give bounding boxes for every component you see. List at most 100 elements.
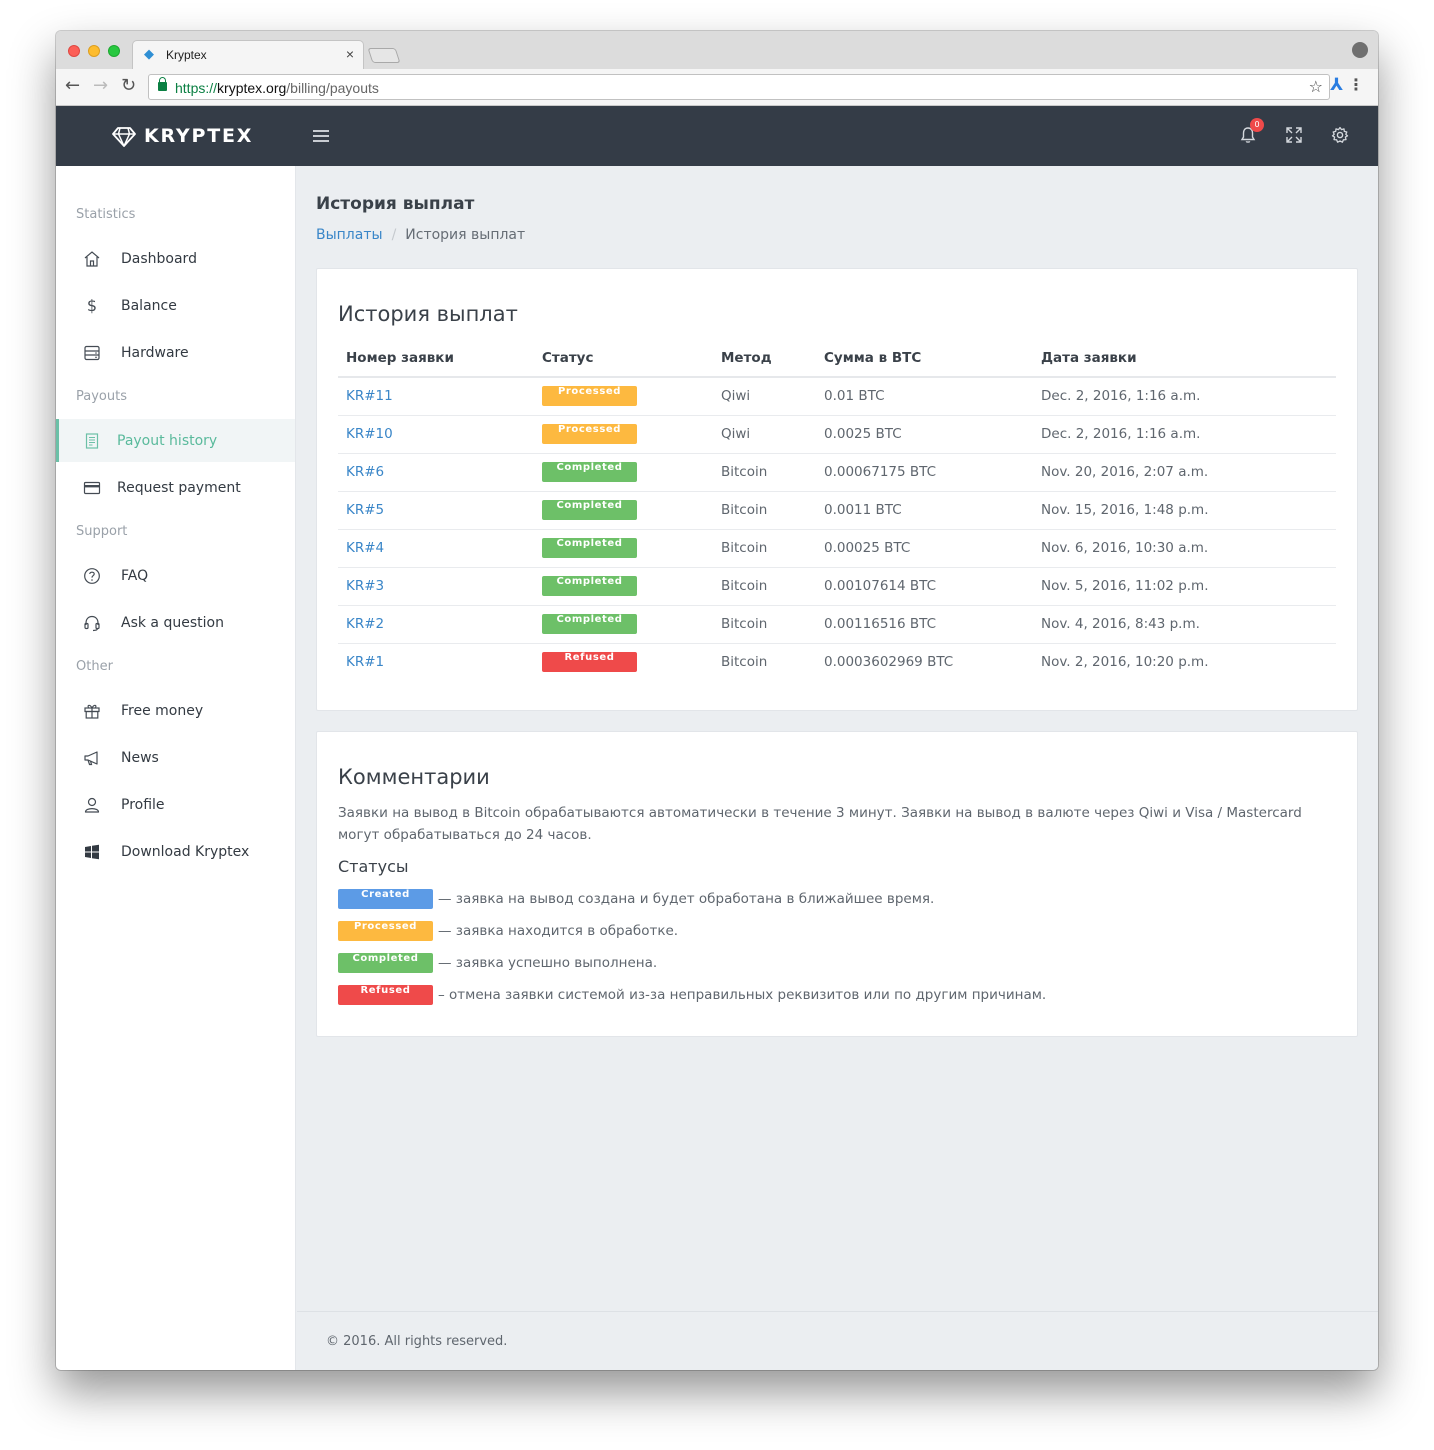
status-badge: Processed	[542, 386, 637, 407]
payout-id-link[interactable]: KR#6	[338, 453, 534, 492]
sidebar-item-label: Profile	[121, 796, 165, 813]
status-badge: Processed	[338, 921, 433, 941]
status-badge: Refused	[338, 985, 433, 1005]
payout-amount: 0.00025 BTC	[816, 529, 1033, 568]
question-icon	[82, 566, 102, 586]
payouts-table: Номер заявки Статус Метод Сумма в BTC Да…	[338, 339, 1336, 681]
back-arrow-icon[interactable]: ←	[65, 77, 80, 95]
sidebar-item-label: Free money	[121, 702, 204, 719]
payout-date: Nov. 6, 2016, 10:30 a.m.	[1033, 529, 1336, 568]
payout-method: Bitcoin	[721, 654, 768, 671]
payout-date: Dec. 2, 2016, 1:16 a.m.	[1033, 415, 1336, 454]
payout-method: Bitcoin	[713, 605, 816, 644]
gift-icon	[82, 701, 102, 721]
credit-card-icon	[82, 478, 102, 498]
comment-text: Заявки на вывод в Bitcoin обрабатываются…	[338, 805, 1302, 843]
status-cell: Refused	[534, 643, 713, 681]
sidebar-item-faq[interactable]: FAQ	[56, 554, 295, 597]
sidebar-item-label: Payout history	[117, 432, 218, 449]
payout-id-link[interactable]: KR#5	[338, 491, 534, 530]
page-title: История выплат	[316, 194, 475, 214]
footer: © 2016. All rights reserved.	[297, 1311, 1378, 1370]
browser-menu-icon[interactable]: ⋮	[1348, 76, 1364, 94]
breadcrumb-current: История выплат	[405, 227, 526, 243]
payout-amount: 0.00067175 BTC	[816, 453, 1033, 492]
payout-date: Nov. 4, 2016, 8:43 p.m.	[1033, 605, 1336, 644]
zoom-window-button[interactable]	[108, 45, 120, 57]
sidebar-section-other: Other	[76, 659, 113, 674]
payout-id-link[interactable]: KR#4	[338, 529, 534, 568]
logo-text: KRYPTEX	[144, 125, 254, 147]
browser-tab[interactable]: ◆ Kryptex ×	[132, 40, 364, 69]
new-tab-button[interactable]	[367, 48, 401, 63]
reload-icon[interactable]: ↻	[121, 77, 136, 95]
breadcrumb-link-payouts[interactable]: Выплаты	[316, 227, 383, 243]
column-header: Метод	[713, 339, 816, 378]
legend-row-completed: Completed — заявка успешно выполнена.	[338, 953, 657, 973]
sidebar-item-hardware[interactable]: Hardware	[56, 331, 295, 374]
statuses-title: Статусы	[338, 857, 409, 876]
payout-id-link[interactable]: KR#10	[338, 415, 534, 454]
sidebar-section-support: Support	[76, 524, 128, 539]
tab-title: Kryptex	[166, 48, 207, 62]
extension-icon[interactable]: ⅄	[1330, 77, 1343, 94]
table-header-row: Номер заявки Статус Метод Сумма в BTC Да…	[338, 339, 1336, 378]
forward-arrow-icon[interactable]: →	[93, 77, 108, 95]
bookmark-star-icon[interactable]: ☆	[1309, 77, 1323, 96]
card-title: Комментарии	[338, 765, 490, 789]
payout-date: Nov. 5, 2016, 11:02 p.m.	[1033, 567, 1336, 606]
status-cell: Processed	[534, 415, 713, 454]
headset-icon	[82, 613, 102, 633]
megaphone-icon	[82, 748, 102, 768]
receipt-icon	[82, 431, 102, 451]
payout-id-link[interactable]: KR#11	[338, 377, 534, 416]
sidebar-item-news[interactable]: News	[56, 736, 295, 779]
sidebar-section-payouts: Payouts	[76, 389, 127, 404]
sidebar-item-download[interactable]: Download Kryptex	[56, 830, 295, 873]
payout-amount: 0.0011 BTC	[816, 491, 1033, 530]
fullscreen-icon[interactable]	[1284, 125, 1304, 145]
kryptex-logo[interactable]: KRYPTEX	[112, 124, 253, 148]
breadcrumb: Выплаты / История выплат	[316, 227, 525, 243]
main-content: История выплат Выплаты / История выплат Ис…	[297, 166, 1378, 1370]
sidebar-item-payout-history[interactable]: Payout history	[56, 419, 295, 462]
table-row: KR#10 Processed Qiwi 0.0025 BTC Dec. 2, 2016…	[338, 415, 1336, 454]
payout-amount: 0.0025 BTC	[816, 415, 1033, 454]
status-cell: Processed	[534, 377, 713, 416]
sidebar-item-ask-question[interactable]: Ask a question	[56, 601, 295, 644]
payout-id-link[interactable]: KR#3	[338, 567, 534, 606]
close-window-button[interactable]	[68, 45, 80, 57]
notification-badge: 0	[1250, 118, 1264, 132]
status-cell: Completed	[534, 605, 713, 644]
gear-icon[interactable]	[1330, 125, 1350, 145]
profile-icon[interactable]	[1352, 42, 1368, 58]
windows-icon	[82, 842, 102, 862]
sidebar-item-request-payment[interactable]: Request payment	[56, 466, 295, 509]
sidebar-item-profile[interactable]: Profile	[56, 783, 295, 826]
payout-id-link[interactable]: KR#1	[338, 643, 534, 681]
browser-toolbar: ← → ↻ https://kryptex.org/billing/payout…	[56, 69, 1378, 106]
address-bar[interactable]: https://kryptex.org/billing/payouts ☆	[148, 74, 1330, 100]
sidebar-item-label: Dashboard	[121, 250, 197, 267]
sidebar-item-free-money[interactable]: Free money	[56, 689, 295, 732]
payout-amount: 0.00116516 BTC	[816, 605, 1033, 644]
payout-date: Nov. 15, 2016, 1:48 p.m.	[1033, 491, 1336, 530]
menu-toggle-icon[interactable]	[313, 130, 329, 142]
footer-copyright: © 2016. All rights reserved.	[326, 1334, 508, 1349]
table-row: KR#2 Completed Bitcoin 0.00116516 BTC Nov. 4…	[338, 605, 1336, 644]
status-cell: Completed	[534, 529, 713, 568]
payout-method: Bitcoin	[713, 567, 816, 606]
column-header: Номер заявки	[338, 339, 534, 378]
sidebar-item-dashboard[interactable]: Dashboard	[56, 237, 295, 280]
status-badge: Refused	[542, 652, 637, 673]
payout-id-link[interactable]: KR#2	[338, 605, 534, 644]
column-header: Статус	[534, 339, 713, 378]
table-row: KR#1 Refused Bitcoin 0.0003602969 BTC Nov. 2…	[338, 643, 1336, 681]
legend-text: – отмена заявки системой из-за неправиль…	[438, 987, 1047, 1003]
status-badge: Completed	[542, 462, 637, 482]
sidebar-item-balance[interactable]: $ Balance	[56, 284, 295, 327]
sidebar-item-label: Request payment	[117, 479, 241, 496]
minimize-window-button[interactable]	[88, 45, 100, 57]
tab-close-icon[interactable]: ×	[346, 46, 354, 62]
app-header: KRYPTEX 0	[56, 106, 1378, 166]
